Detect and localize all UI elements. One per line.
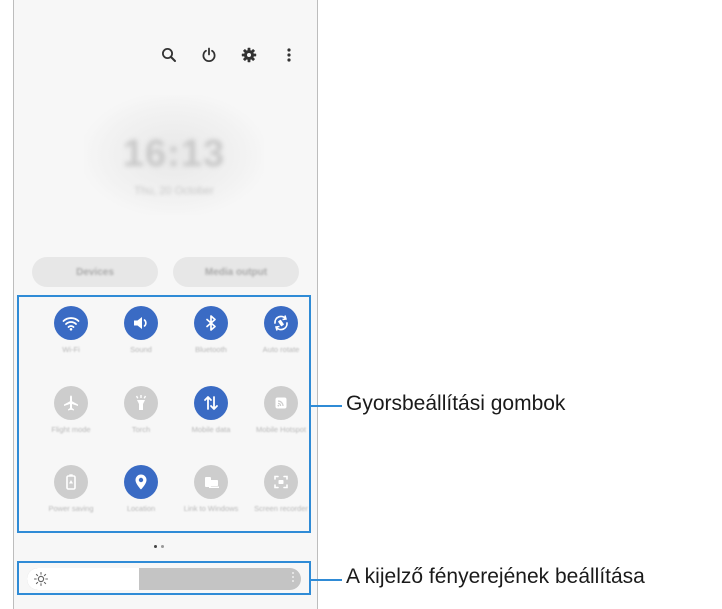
- settings-gear-icon[interactable]: [239, 45, 259, 65]
- link-to-windows-icon: [194, 465, 228, 499]
- tile-bluetooth[interactable]: Bluetooth: [176, 306, 246, 354]
- brightness-callout: A kijelző fényerejének beállítása: [346, 565, 645, 588]
- tile-label: Torch: [131, 425, 151, 434]
- auto-rotate-icon: [264, 306, 298, 340]
- power-icon[interactable]: [199, 45, 219, 65]
- power-saving-icon: [54, 465, 88, 499]
- tile-label: Bluetooth: [195, 345, 227, 354]
- clock-widget: 16:13 Thu, 20 October: [84, 95, 264, 215]
- brightness-sun-icon: [33, 571, 49, 587]
- devices-button[interactable]: Devices: [32, 257, 158, 287]
- tile-label: Power saving: [48, 504, 94, 513]
- tile-label: Screen recorder: [254, 504, 308, 513]
- tile-label: Link to Windows: [183, 504, 239, 513]
- screen-recorder-icon: [264, 465, 298, 499]
- page-dot: [161, 545, 164, 548]
- mobile-data-icon: [194, 386, 228, 420]
- tile-screen-recorder[interactable]: Screen recorder: [246, 465, 316, 513]
- panel-toolbar: [159, 45, 299, 65]
- airplane-icon: [54, 386, 88, 420]
- tile-auto-rotate[interactable]: Auto rotate: [246, 306, 316, 354]
- tile-wifi[interactable]: Wi-Fi: [36, 306, 106, 354]
- tile-mobile-data[interactable]: Mobile data: [176, 386, 246, 434]
- page-dot-active: [154, 545, 157, 548]
- tile-link-to-windows[interactable]: Link to Windows: [176, 465, 246, 513]
- notification-panel: 16:13 Thu, 20 October Devices Media outp…: [13, 0, 318, 609]
- tile-torch[interactable]: Torch: [106, 386, 176, 434]
- clock-time: 16:13: [122, 133, 226, 175]
- torch-icon: [124, 386, 158, 420]
- brightness-callout-line: [311, 579, 342, 581]
- tile-label: Location: [126, 504, 156, 513]
- tile-label: Mobile Hotspot: [255, 425, 307, 434]
- quick-settings-callout-line: [311, 405, 342, 407]
- tile-label: Flight mode: [51, 425, 91, 434]
- page-indicator[interactable]: [154, 545, 164, 548]
- media-output-button[interactable]: Media output: [173, 257, 299, 287]
- tile-flight-mode[interactable]: Flight mode: [36, 386, 106, 434]
- tile-label: Auto rotate: [262, 345, 300, 354]
- wifi-icon: [54, 306, 88, 340]
- tile-label: Sound: [130, 345, 152, 354]
- tile-sound[interactable]: Sound: [106, 306, 176, 354]
- hotspot-icon: [264, 386, 298, 420]
- tile-label: Wi-Fi: [62, 345, 80, 354]
- more-options-icon[interactable]: [279, 45, 299, 65]
- brightness-slider[interactable]: [27, 568, 301, 590]
- tile-label: Mobile data: [191, 425, 231, 434]
- tile-location[interactable]: Location: [106, 465, 176, 513]
- devices-label: Devices: [76, 266, 114, 278]
- media-output-label: Media output: [204, 266, 268, 278]
- tile-mobile-hotspot[interactable]: Mobile Hotspot: [246, 386, 316, 434]
- tile-power-saving[interactable]: Power saving: [36, 465, 106, 513]
- clock-date: Thu, 20 October: [134, 185, 214, 197]
- search-icon[interactable]: [159, 45, 179, 65]
- bluetooth-icon: [194, 306, 228, 340]
- sound-icon: [124, 306, 158, 340]
- location-icon: [124, 465, 158, 499]
- quick-settings-callout: Gyorsbeállítási gombok: [346, 392, 566, 415]
- brightness-more-icon[interactable]: [292, 572, 294, 582]
